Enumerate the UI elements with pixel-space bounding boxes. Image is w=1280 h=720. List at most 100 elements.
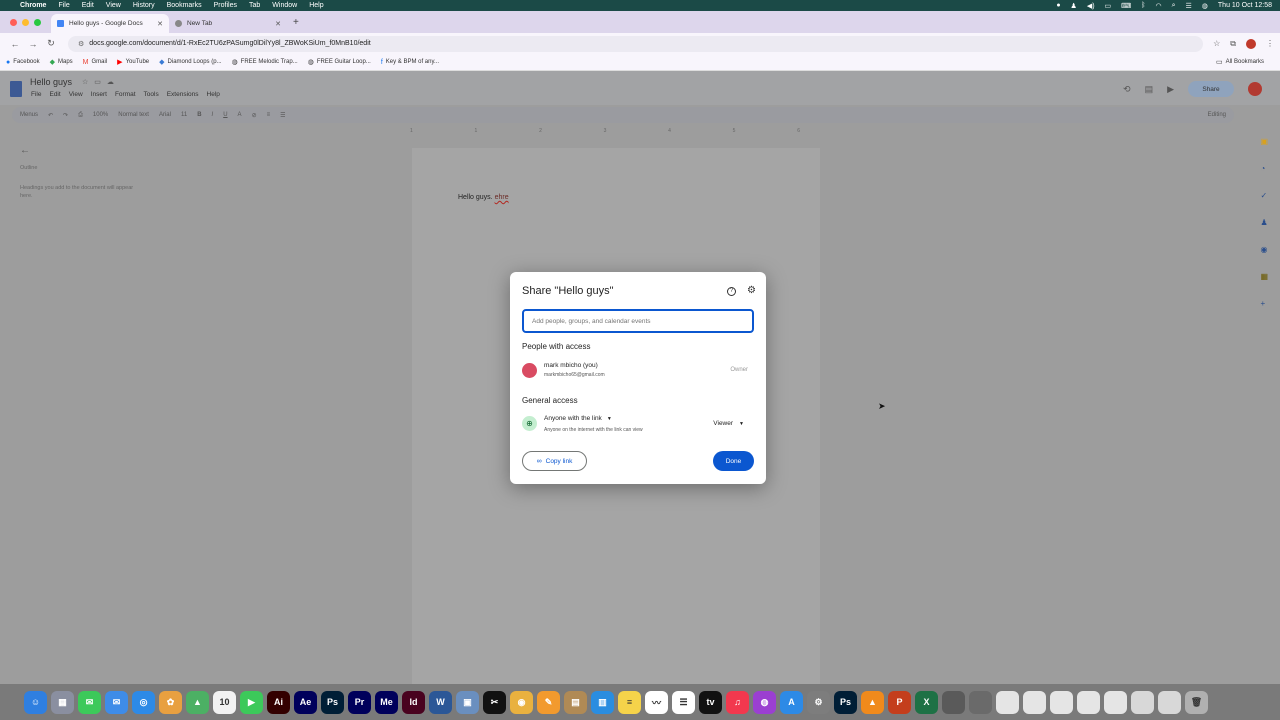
menu-help[interactable]: Help bbox=[309, 2, 323, 9]
wifi-icon[interactable]: ◠ bbox=[1155, 2, 1161, 10]
docs-menu-file[interactable]: File bbox=[31, 91, 41, 98]
underline-icon[interactable]: U bbox=[223, 112, 227, 118]
spotlight-search-icon[interactable]: ⌕ bbox=[1172, 2, 1176, 10]
zoom-window-button[interactable] bbox=[34, 18, 41, 26]
docs-menu-view[interactable]: View bbox=[69, 91, 83, 98]
dock-app-powerpoint-icon[interactable]: P bbox=[888, 690, 911, 714]
align-icon[interactable]: ≡ bbox=[267, 112, 271, 118]
done-button[interactable]: Done bbox=[713, 451, 754, 471]
dock-app-app-store-icon[interactable]: A bbox=[780, 690, 803, 714]
dock-app-illustrator-icon[interactable]: Ai bbox=[267, 690, 290, 714]
menu-edit[interactable]: Edit bbox=[82, 2, 94, 9]
zoom-select[interactable]: 100% bbox=[93, 112, 108, 118]
undo-icon[interactable]: ↶ bbox=[48, 112, 53, 119]
dock-app-window-4-icon[interactable] bbox=[1023, 690, 1046, 714]
dock-app-excel-icon[interactable]: X bbox=[915, 690, 938, 714]
menu-history[interactable]: History bbox=[133, 2, 155, 9]
siri-icon[interactable]: ◍ bbox=[1202, 2, 1208, 10]
move-folder-icon[interactable]: ▭ bbox=[94, 79, 107, 86]
tab-new-tab[interactable]: New Tab ✕ bbox=[169, 14, 287, 33]
docs-menu-format[interactable]: Format bbox=[115, 91, 136, 98]
maps-side-icon[interactable]: ◉ bbox=[1260, 245, 1268, 254]
settings-gear-icon[interactable]: ⚙ bbox=[747, 285, 756, 296]
dock-app-launchpad-icon[interactable]: ▦ bbox=[51, 690, 74, 714]
dock-app-after-effects-icon[interactable]: Ae bbox=[294, 690, 317, 714]
redo-icon[interactable]: ↷ bbox=[63, 112, 68, 119]
dock-app-indesign-icon[interactable]: Id bbox=[402, 690, 425, 714]
menubar-clock[interactable]: Thu 10 Oct 12:58 bbox=[1218, 2, 1272, 9]
dock-app-reminders-icon[interactable]: ☰ bbox=[672, 690, 695, 714]
cloud-status-icon[interactable]: ☁ bbox=[107, 79, 120, 86]
docs-menu-edit[interactable]: Edit bbox=[49, 91, 60, 98]
dock-app-trash-icon[interactable]: 🗑 bbox=[1185, 690, 1208, 714]
outline-back-icon[interactable]: ← bbox=[20, 145, 30, 156]
dock-app-archive-icon[interactable]: ▤ bbox=[564, 690, 587, 714]
chrome-menu-icon[interactable]: ⋮ bbox=[1266, 39, 1274, 48]
profile-avatar[interactable] bbox=[1246, 38, 1256, 49]
extensions-icon[interactable]: ⧉ bbox=[1230, 39, 1236, 49]
dock-app-chrome-icon[interactable]: ◉ bbox=[510, 690, 533, 714]
bookmark-youtube[interactable]: ▶ YouTube bbox=[117, 58, 149, 66]
forward-icon[interactable]: → bbox=[24, 39, 42, 49]
dock-app-calendar-icon[interactable]: 10 bbox=[213, 690, 236, 714]
add-addon-icon[interactable]: + bbox=[1260, 299, 1268, 308]
dock-app-messages-icon[interactable]: ✉ bbox=[78, 690, 101, 714]
docs-menu-tools[interactable]: Tools bbox=[144, 91, 159, 98]
account-avatar[interactable] bbox=[1248, 82, 1262, 96]
italic-icon[interactable]: I bbox=[212, 112, 214, 118]
document-body[interactable]: Hello guys. ehre bbox=[458, 194, 509, 201]
menu-profiles[interactable]: Profiles bbox=[214, 2, 237, 9]
minimize-window-button[interactable] bbox=[22, 18, 29, 26]
keyboard-icon[interactable]: ⌨ bbox=[1121, 2, 1131, 10]
menu-file[interactable]: File bbox=[58, 2, 69, 9]
editing-mode-select[interactable]: Editing bbox=[1208, 112, 1226, 118]
copy-link-button[interactable]: ∞ Copy link bbox=[522, 451, 587, 471]
meet-icon[interactable]: ▶ bbox=[1167, 84, 1174, 95]
font-select[interactable]: Arial bbox=[159, 112, 171, 118]
all-bookmarks[interactable]: ▭ All Bookmarks bbox=[1216, 58, 1264, 66]
version-history-icon[interactable]: ⟲ bbox=[1123, 84, 1131, 95]
dock-app-photoshop-icon[interactable]: Ps bbox=[834, 690, 857, 714]
docs-logo-icon[interactable] bbox=[10, 81, 22, 97]
bold-icon[interactable]: B bbox=[197, 112, 201, 118]
link-icon[interactable]: ⊘ bbox=[252, 112, 257, 119]
share-button-background[interactable]: Share bbox=[1188, 81, 1234, 97]
menu-bookmarks[interactable]: Bookmarks bbox=[167, 2, 202, 9]
close-window-button[interactable] bbox=[10, 18, 17, 26]
record-icon[interactable]: ● bbox=[1056, 2, 1060, 9]
bookmark-guitar-loop[interactable]: ◍ FREE Guitar Loop... bbox=[308, 58, 371, 66]
docs-menu-extensions[interactable]: Extensions bbox=[167, 91, 199, 98]
dock-app-keynote-icon[interactable]: ▥ bbox=[591, 690, 614, 714]
access-role-dropdown[interactable]: Viewer ▼ bbox=[713, 420, 744, 427]
misspelled-word[interactable]: ehre bbox=[495, 194, 509, 201]
dock-app-notes-icon[interactable]: ≡ bbox=[618, 690, 641, 714]
bookmark-gmail[interactable]: M Gmail bbox=[83, 59, 108, 66]
site-info-icon[interactable]: ⚙ bbox=[78, 40, 84, 48]
text-color-icon[interactable]: A bbox=[238, 112, 242, 118]
menus-search[interactable]: Menus bbox=[20, 112, 38, 118]
reload-icon[interactable]: ↻ bbox=[42, 38, 60, 49]
dock-app-mail-icon[interactable]: ✉ bbox=[105, 690, 128, 714]
dock-app-word-icon[interactable]: W bbox=[429, 690, 452, 714]
dock-app-window-8-icon[interactable] bbox=[1131, 690, 1154, 714]
comments-icon[interactable]: ▤ bbox=[1145, 84, 1154, 95]
dock-app-music-icon[interactable]: ♫ bbox=[726, 690, 749, 714]
dock-app-podcasts-icon[interactable]: ◍ bbox=[753, 690, 776, 714]
dock-app-vlc-icon[interactable]: ▲ bbox=[861, 690, 884, 714]
dock-app-system-settings-icon[interactable]: ⚙ bbox=[807, 690, 830, 714]
back-icon[interactable]: ← bbox=[6, 39, 24, 49]
docs-menu-help[interactable]: Help bbox=[207, 91, 220, 98]
user-icon[interactable]: ♟ bbox=[1071, 2, 1077, 10]
dock-app-window-6-icon[interactable] bbox=[1077, 690, 1100, 714]
close-tab-icon[interactable]: ✕ bbox=[275, 20, 281, 28]
bookmark-key-bpm[interactable]: f Key & BPM of any... bbox=[381, 59, 439, 66]
dock-app-safari-icon[interactable]: ◎ bbox=[132, 690, 155, 714]
help-icon[interactable]: ? bbox=[727, 287, 736, 296]
display-icon[interactable]: ▭ bbox=[1105, 2, 1112, 10]
dock-app-capcut-icon[interactable]: ✂ bbox=[483, 690, 506, 714]
star-icon[interactable]: ☆ bbox=[82, 79, 94, 86]
url-bar[interactable]: ⚙ docs.google.com/document/d/1-RxEc2TU6z… bbox=[68, 35, 1204, 52]
dock-app-media-encoder-icon[interactable]: Me bbox=[375, 690, 398, 714]
dock-app-window-9-icon[interactable] bbox=[1158, 690, 1181, 714]
access-scope-dropdown[interactable]: Anyone with the link ▼ bbox=[544, 415, 612, 422]
